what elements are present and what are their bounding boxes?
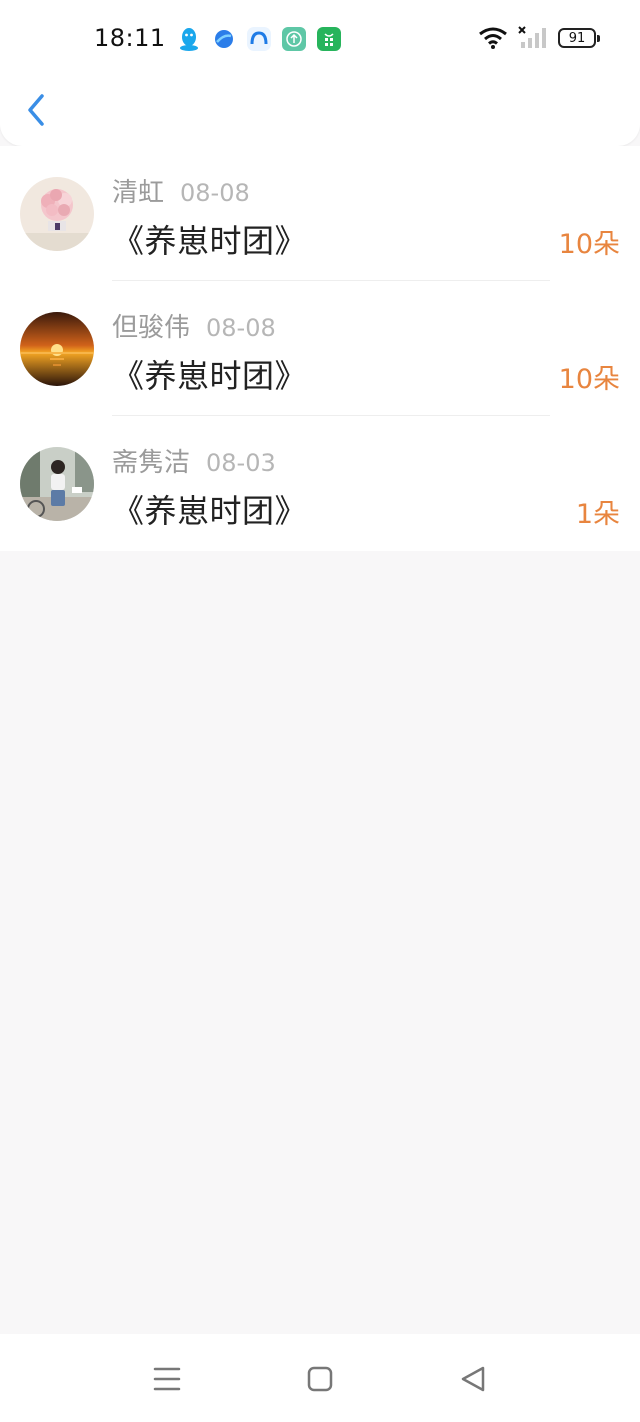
store-app-icon [317,27,341,51]
back-triangle-icon [461,1366,485,1392]
gift-list: 清虹 08-08 《养崽时团》 10朵 但骏伟 08-08 《养崽时团》 10朵… [0,146,640,551]
work-title: 《养崽时团》 [112,222,308,260]
flowers-avatar-icon [20,177,94,251]
battery-level: 91 [568,30,586,46]
status-time: 18:11 [94,24,166,52]
cloud-app-icon [247,27,271,51]
list-item[interactable]: 斋隽洁 08-03 《养崽时团》 1朵 [0,416,640,551]
sunset-avatar-icon [20,312,94,386]
status-right: 91 [478,26,600,50]
work-title: 《养崽时团》 [112,357,308,395]
sender-name-text: 斋隽洁 [112,448,191,478]
sender-name-text: 清虹 [112,178,165,208]
send-date: 08-08 [180,179,250,207]
system-nav-bar [0,1334,640,1422]
menu-button[interactable] [150,1362,184,1396]
header: 18:11 91 [0,0,640,146]
qq-icon [180,28,198,51]
work-title: 《养崽时团》 [112,492,308,530]
upload-app-icon [282,27,306,51]
list-item[interactable]: 清虹 08-08 《养崽时团》 10朵 [0,146,640,281]
list-item[interactable]: 但骏伟 08-08 《养崽时团》 10朵 [0,281,640,416]
send-date: 08-03 [206,449,276,477]
sender-name-text: 但骏伟 [112,313,191,343]
home-icon [307,1366,333,1392]
person-avatar-icon [20,447,94,521]
status-bar: 18:11 91 [0,0,640,80]
blue-app-icon [215,30,233,48]
no-signal-icon [518,26,546,48]
system-back-button[interactable] [456,1362,490,1396]
home-button[interactable] [303,1362,337,1396]
sender-name: 但骏伟 08-08 [112,307,276,344]
wifi-icon [479,27,507,49]
avatar[interactable] [20,447,94,521]
screen: 18:11 91 清虹 08-08 《养崽时团》 10朵 但骏伟 08-08 《… [0,0,640,1422]
flower-count: 10朵 [558,364,620,395]
notification-icons [176,26,342,52]
back-button[interactable] [18,90,54,130]
sender-name: 斋隽洁 08-03 [112,442,276,479]
avatar[interactable] [20,177,94,251]
sender-name: 清虹 08-08 [112,172,250,209]
battery-icon: 91 [558,28,600,48]
chevron-left-icon [28,94,44,126]
flower-count: 10朵 [558,229,620,260]
send-date: 08-08 [206,314,276,342]
flower-count: 1朵 [575,499,620,530]
menu-icon [153,1367,181,1391]
avatar[interactable] [20,312,94,386]
